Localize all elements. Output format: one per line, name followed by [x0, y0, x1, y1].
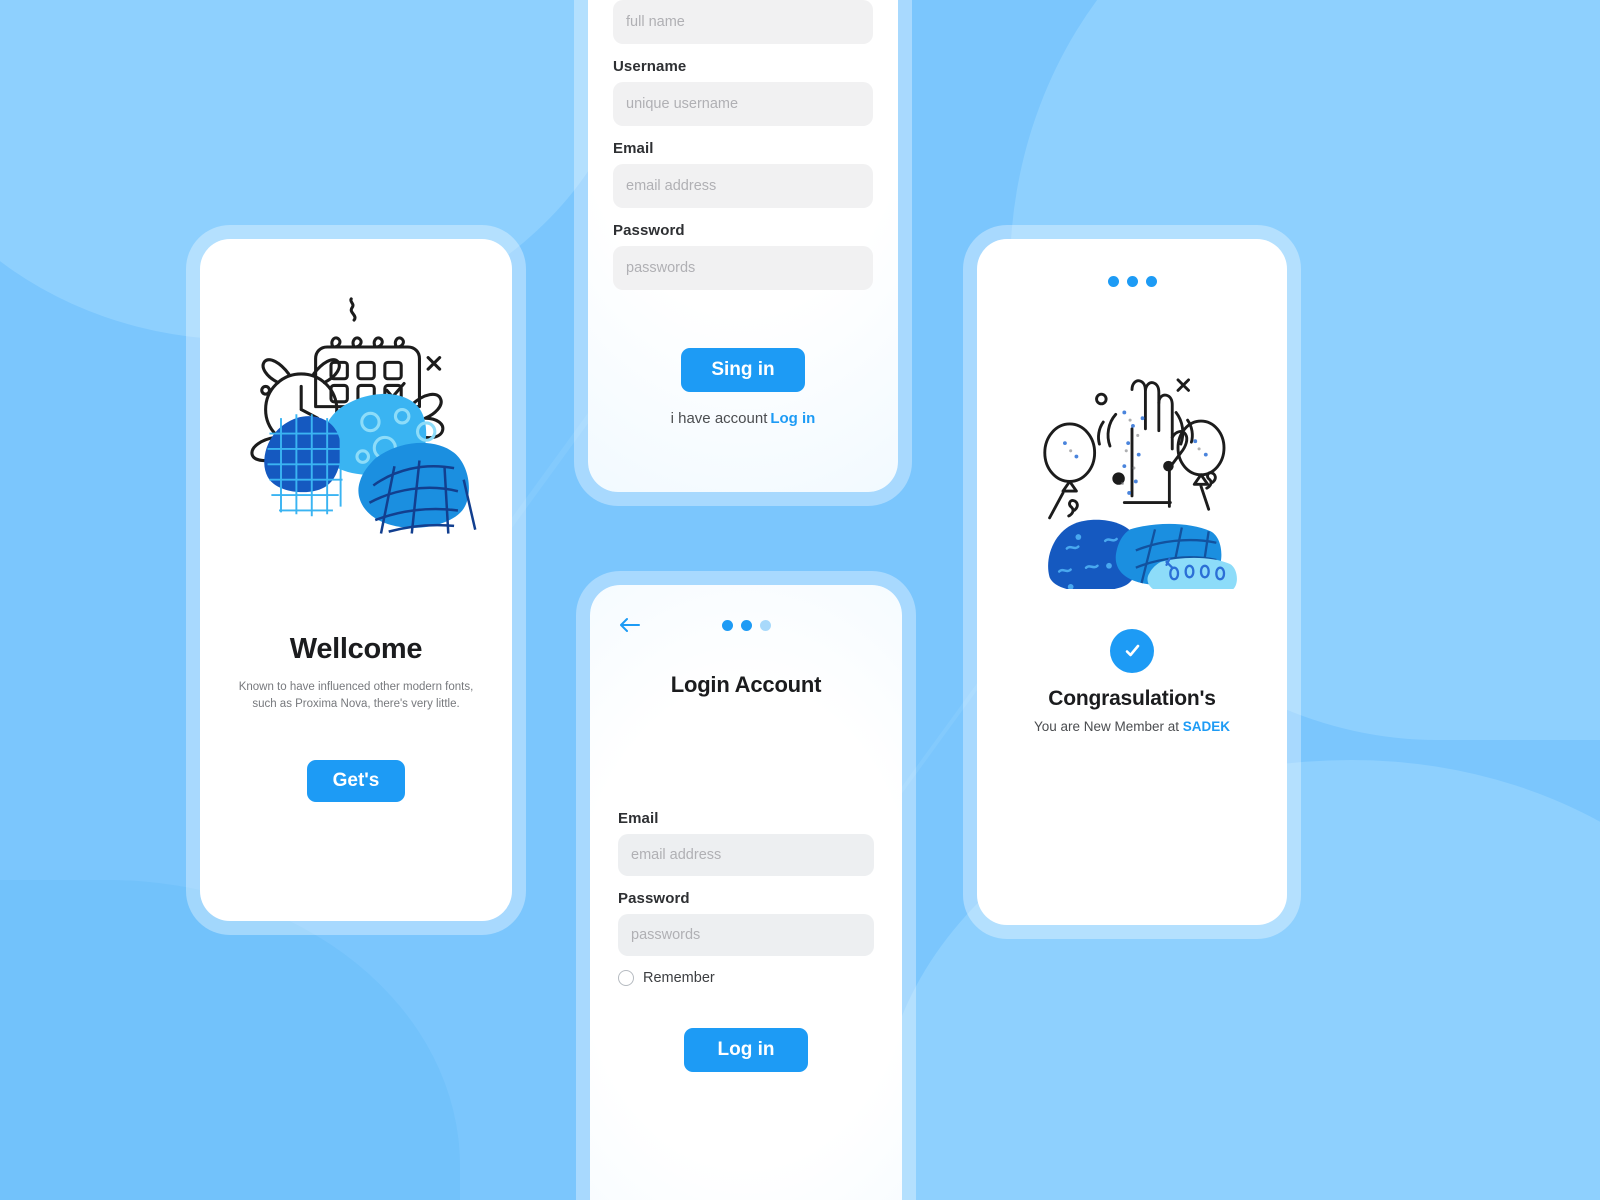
have-account-row: i have account Log in — [671, 410, 816, 427]
log-in-button[interactable]: Log in — [683, 1028, 809, 1072]
login-password-label: Password — [618, 890, 690, 907]
password-label: Password — [613, 222, 685, 239]
sign-in-button[interactable]: Sing in — [681, 348, 805, 392]
email-label: Email — [613, 140, 654, 157]
check-icon — [1125, 644, 1140, 657]
background-blob-bottom-left — [0, 880, 460, 1200]
have-account-text: i have account — [670, 410, 768, 427]
username-input[interactable]: unique username — [613, 82, 873, 126]
raised-hand-balloons-illustration — [1043, 378, 1237, 589]
fullname-field-group: full name — [613, 0, 873, 44]
log-in-link[interactable]: Log in — [770, 410, 815, 427]
password-input[interactable]: passwords — [613, 246, 873, 290]
remember-radio[interactable] — [618, 970, 634, 986]
login-email-input[interactable]: email address — [618, 834, 874, 876]
welcome-screen-card: Wellcome Known to have influenced other … — [200, 239, 512, 921]
username-label: Username — [613, 58, 687, 75]
fullname-input[interactable]: full name — [613, 0, 873, 44]
login-screen-card: Login Account Email email address Passwo… — [590, 585, 902, 1200]
congrats-subtitle: You are New Member at SADEK — [1034, 719, 1230, 734]
signup-screen-card: full name Username unique username Email… — [588, 0, 898, 492]
login-title: Login Account — [670, 672, 822, 697]
email-input[interactable]: email address — [613, 164, 873, 208]
brand-name[interactable]: SADEK — [1183, 719, 1230, 734]
pagination-dot-1[interactable] — [1107, 276, 1119, 287]
welcome-title: Wellcome — [289, 633, 423, 665]
pagination-dot-2[interactable] — [740, 619, 752, 631]
login-email-label: Email — [618, 810, 659, 827]
alarm-clock-calendar-illustration — [250, 297, 477, 534]
success-badge — [1110, 629, 1154, 673]
welcome-subtitle: Known to have influenced other modern fo… — [238, 681, 474, 711]
pagination-dot-3[interactable] — [759, 619, 771, 631]
password-field-group: Password passwords — [613, 222, 873, 290]
login-password-field-group: Password passwords — [618, 890, 874, 956]
congrats-screen-card: Congrasulation's You are New Member at S… — [977, 239, 1287, 925]
login-pagination-dots — [618, 619, 874, 631]
email-field-group: Email email address — [613, 140, 873, 208]
pagination-dot-3[interactable] — [1145, 276, 1157, 287]
congrats-subtitle-text: You are New Member at — [1033, 719, 1180, 734]
pagination-dot-2[interactable] — [1126, 276, 1138, 287]
remember-label: Remember — [643, 970, 715, 986]
congrats-title: Congrasulation's — [1048, 687, 1216, 710]
remember-row[interactable]: Remember — [618, 970, 874, 986]
login-password-input[interactable]: passwords — [618, 914, 874, 956]
arrow-left-icon[interactable] — [618, 616, 642, 634]
congrats-pagination-dots — [1107, 276, 1157, 287]
pagination-dot-1[interactable] — [721, 619, 733, 631]
get-started-button[interactable]: Get's — [306, 759, 406, 802]
username-field-group: Username unique username — [613, 58, 873, 126]
login-email-field-group: Email email address — [618, 810, 874, 876]
